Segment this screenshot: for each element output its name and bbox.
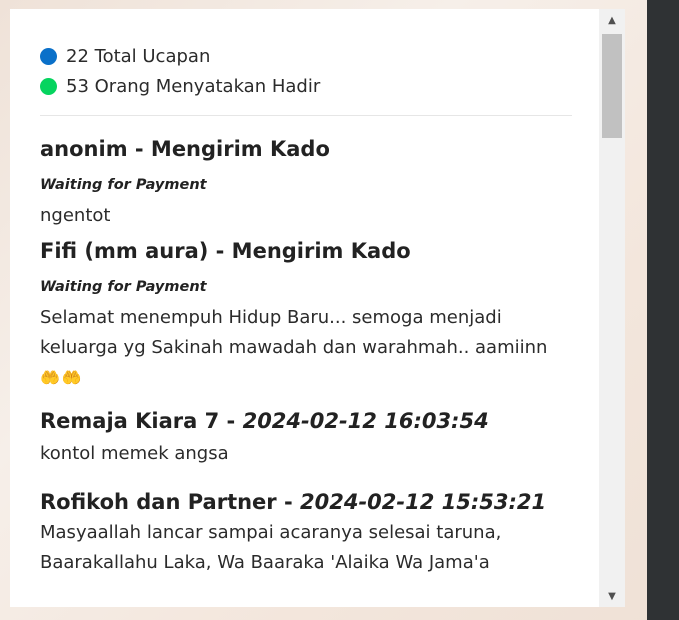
stats-summary: 22 Total Ucapan 53 Orang Menyatakan Hadi… — [40, 41, 572, 101]
message-text: Masyaallah lancar sampai acaranya selesa… — [40, 518, 572, 578]
message-title: anonim - Mengirim Kado — [40, 137, 330, 161]
payment-status: Waiting for Payment — [40, 279, 207, 295]
hadir-label: 53 Orang Menyatakan Hadir — [66, 75, 321, 97]
sender-name: Rofikoh dan Partner - — [40, 490, 293, 514]
total-ucapan-label: 22 Total Ucapan — [66, 45, 211, 67]
message-date: 2024-02-12 15:53:21 — [300, 490, 547, 514]
message-date: 2024-02-12 16:03:54 — [242, 409, 489, 433]
message-text-line: Masyaallah lancar sampai acaranya selesa… — [40, 522, 502, 543]
message-text-line: Selamat menempuh Hidup Baru... semoga me… — [40, 307, 502, 328]
message-text: Selamat menempuh Hidup Baru... semoga me… — [40, 303, 572, 393]
message-title: Remaja Kiara 7 - 2024-02-12 16:03:54 — [40, 407, 572, 435]
message-text-line: keluarga yg Sakinah mawadah dan warahmah… — [40, 337, 548, 358]
message-text-line: Baarakallahu Laka, Wa Baaraka 'Alaika Wa… — [40, 552, 490, 573]
hadir-stat: 53 Orang Menyatakan Hadir — [40, 71, 572, 101]
vertical-scrollbar[interactable]: ▲ ▼ — [599, 9, 625, 607]
guestbook-panel: 22 Total Ucapan 53 Orang Menyatakan Hadi… — [10, 9, 625, 607]
scrollbar-thumb[interactable] — [602, 34, 622, 138]
green-dot-icon — [40, 77, 57, 95]
message-text: kontol memek angsa — [40, 443, 229, 464]
message-item: Rofikoh dan Partner - 2024-02-12 15:53:2… — [40, 488, 572, 578]
stats-divider — [40, 115, 572, 116]
message-title: Fifi (mm aura) - Mengirim Kado — [40, 239, 411, 263]
scroll-down-arrow-icon[interactable]: ▼ — [599, 585, 625, 607]
payment-status: Waiting for Payment — [40, 177, 207, 193]
page-side-panel — [647, 0, 679, 620]
sender-name: Remaja Kiara 7 - — [40, 409, 236, 433]
blue-dot-icon — [40, 47, 57, 65]
total-ucapan-stat: 22 Total Ucapan — [40, 41, 572, 71]
message-item: anonim - Mengirim Kado Waiting for Payme… — [40, 135, 572, 231]
scroll-up-arrow-icon[interactable]: ▲ — [599, 9, 625, 31]
message-text: ngentot — [40, 205, 111, 226]
message-title: Rofikoh dan Partner - 2024-02-12 15:53:2… — [40, 488, 572, 516]
message-item: Remaja Kiara 7 - 2024-02-12 16:03:54 kon… — [40, 407, 572, 469]
guestbook-content: 22 Total Ucapan 53 Orang Menyatakan Hadi… — [40, 9, 572, 578]
message-item: Fifi (mm aura) - Mengirim Kado Waiting f… — [40, 237, 572, 393]
praying-hands-icon: 🤲🤲 — [40, 368, 84, 387]
